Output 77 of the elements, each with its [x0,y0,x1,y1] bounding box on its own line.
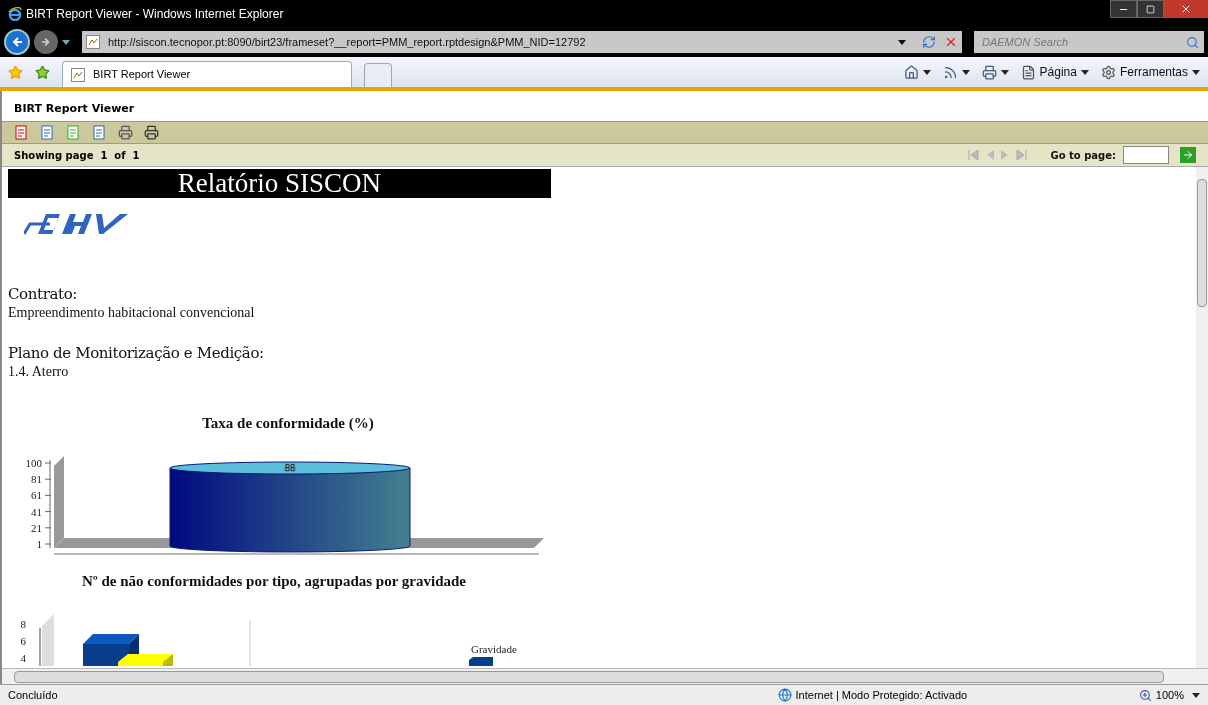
favorites-star-icon[interactable] [8,64,23,80]
axis-label: 81 [31,473,42,486]
legend-swatch [469,657,493,666]
export-data-icon[interactable] [66,125,81,140]
page-icon [1020,64,1036,80]
caret-icon[interactable] [922,69,931,75]
vertical-scrollbar[interactable] [1196,167,1208,668]
arrow-icon [1182,149,1194,161]
page-menu-button[interactable]: Página [1020,63,1077,81]
security-zone: Internet | Modo Protegido: Activado [795,687,968,703]
back-arrow-icon [11,36,23,48]
caret-icon[interactable] [1192,692,1200,698]
page-icon [86,35,100,49]
zoom-button[interactable]: 100% [1138,686,1184,704]
globe-icon [777,688,792,702]
horizontal-scrollbar[interactable] [2,668,1208,684]
forward-arrow-icon [41,37,51,47]
legend-title: Gravidade [471,643,517,655]
tools-menu-button[interactable]: Ferramentas [1100,63,1188,81]
page-icon [71,67,85,82]
axis-label: 8 [20,618,26,630]
chart-title: Taxa de conformidade (%) [202,415,374,431]
axis-label: 4 [20,652,26,664]
caret-icon[interactable] [1192,69,1200,75]
caret-icon[interactable] [1000,69,1009,75]
home-icon[interactable] [903,64,919,80]
refresh-icon[interactable] [922,35,936,49]
browser-tab[interactable]: BIRT Report Viewer [62,61,352,87]
window-title: BIRT Report Viewer - Windows Internet Explorer [26,5,284,23]
export-report-icon[interactable] [92,125,107,140]
history-caret-icon[interactable] [62,39,70,45]
address-field[interactable]: http://siscon.tecnopor.pt:8090/birt23/frameset?__report=PMM_report.rptdesign&PMM_NID=12792 [82,31,962,53]
data-label: 88 [284,461,296,473]
add-favorite-icon[interactable] [35,64,50,80]
url-text: http://siscon.tecnopor.pt:8090/birt23/frameset?__report=PMM_report.rptdesign&PMM_NID=12792 [108,34,586,50]
zoom-icon [1138,688,1152,702]
close-icon [1180,3,1192,15]
go-to-page-label: Go to page: [1050,148,1116,163]
section-value: Empreendimento habitacional convencional [8,304,256,322]
print-server-icon[interactable] [144,125,159,140]
new-tab-button[interactable] [364,63,392,87]
minimize-button[interactable] [1110,0,1137,18]
axis-label: 21 [31,521,42,534]
search-icon [1185,35,1199,49]
report-title: Relatório SISCON [8,169,551,198]
toc-icon[interactable] [14,125,29,140]
axis-label: 6 [20,635,26,647]
go-button[interactable] [1180,147,1196,163]
back-button[interactable] [4,29,30,55]
axis-label: 41 [31,505,42,518]
chart-back-wall [42,614,54,666]
stop-icon[interactable] [944,35,958,49]
print-icon[interactable] [118,125,133,140]
status-text: Concluído [8,687,58,703]
chart-title: Nº de não conformidades por tipo, agrupadas por gravidade [82,573,466,589]
viewer-title: BIRT Report Viewer [14,100,135,117]
maximize-icon [1146,4,1155,14]
page-info: Showing page 1 of 1 [14,148,140,163]
section-label: Contrato: [8,285,79,303]
section-label: Plano de Monitorização e Medição: [8,344,265,362]
browser-icon [8,6,22,21]
forward-button[interactable] [34,30,58,54]
settings-icon [1100,64,1116,80]
axis-label: 1 [36,538,42,550]
maximize-button[interactable] [1137,0,1164,18]
section-value: 1.4. Aterro [8,363,70,381]
feed-icon[interactable] [942,64,958,80]
search-field[interactable]: DAEMON Search [974,31,1180,53]
print-icon[interactable] [981,64,997,80]
page-number-field[interactable] [1123,146,1169,164]
parameters-icon[interactable] [40,125,55,140]
dropdown-caret-icon[interactable] [898,39,906,45]
search-button[interactable] [1180,31,1204,53]
caret-icon[interactable] [1080,69,1089,75]
axis-label: 100 [25,457,42,469]
axis-label: 61 [31,489,42,502]
caret-icon[interactable] [961,69,970,75]
